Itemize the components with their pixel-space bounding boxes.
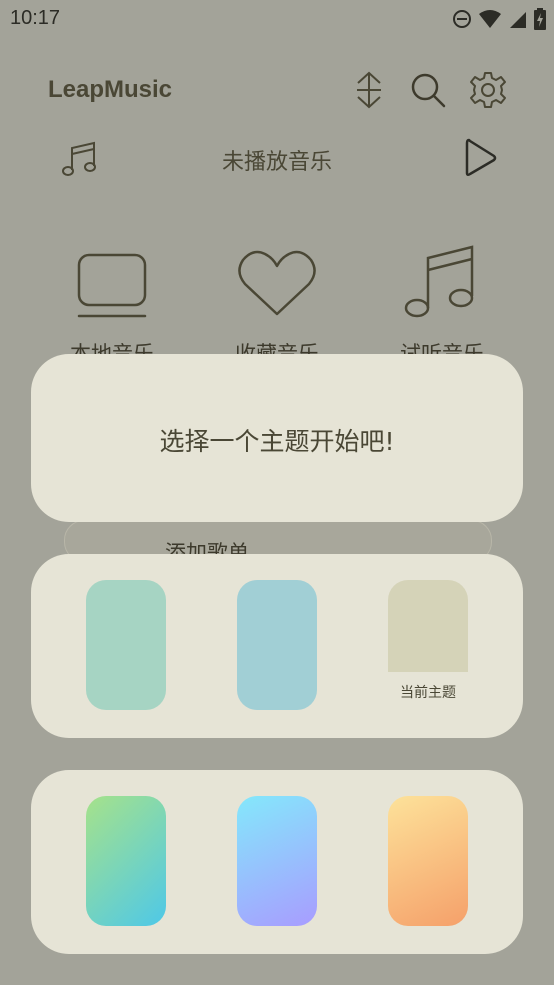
status-icons xyxy=(452,8,546,30)
play-icon xyxy=(465,138,497,177)
settings-icon xyxy=(470,72,506,108)
theme-swatch-cyan[interactable] xyxy=(237,580,317,710)
app-title: LeapMusic xyxy=(48,76,173,103)
status-time: 10:17 xyxy=(10,7,61,29)
music-notes-icon xyxy=(404,245,474,318)
settings-button[interactable] xyxy=(468,70,508,110)
solid-theme-panel: 当前主题 xyxy=(31,554,523,738)
wifi-icon xyxy=(479,10,501,28)
theme-prompt-dialog: 选择一个主题开始吧! xyxy=(31,354,523,522)
signal-icon xyxy=(510,12,526,28)
do-not-disturb-icon xyxy=(453,10,471,28)
sort-button[interactable] xyxy=(350,70,388,110)
monitor-icon xyxy=(77,253,147,318)
search-button[interactable] xyxy=(408,70,448,110)
theme-prompt-text: 选择一个主题开始吧! xyxy=(159,427,395,456)
sort-icon xyxy=(357,71,381,109)
theme-swatch-mint[interactable] xyxy=(86,580,166,710)
gradient-theme-panel xyxy=(31,770,523,954)
theme-swatch-current[interactable] xyxy=(388,580,468,672)
theme-swatch-green-blue[interactable] xyxy=(86,796,166,926)
heart-icon xyxy=(238,250,316,316)
status-bar: 10:17 xyxy=(0,0,554,38)
search-icon xyxy=(411,73,446,108)
current-theme-label: 当前主题 xyxy=(400,685,456,701)
battery-charging-icon xyxy=(534,8,546,30)
theme-swatch-cyan-purple[interactable] xyxy=(237,796,317,926)
theme-swatch-yellow-orange[interactable] xyxy=(388,796,468,926)
play-button[interactable] xyxy=(460,136,500,180)
